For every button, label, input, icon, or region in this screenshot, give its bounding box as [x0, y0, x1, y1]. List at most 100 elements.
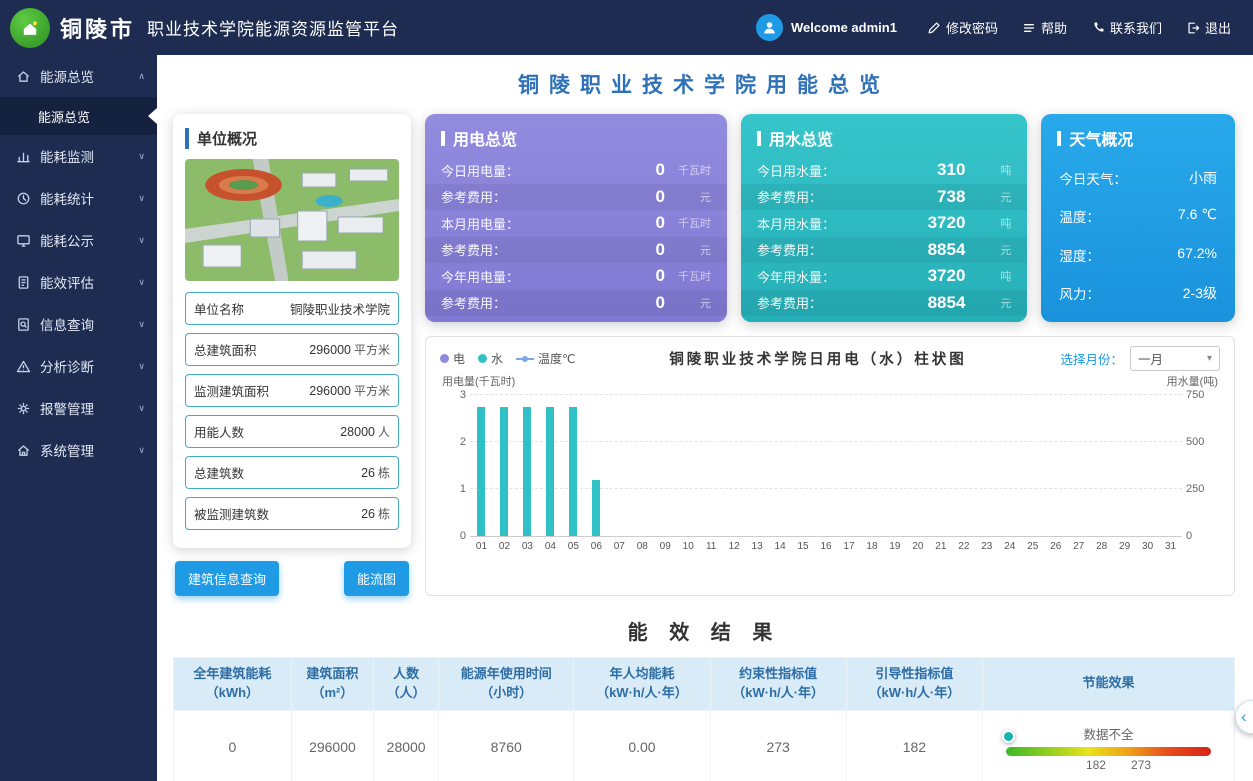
- cell-guidance-index: 182: [846, 710, 982, 781]
- sidebar-item-energy-overview[interactable]: 能源总览 ∧: [0, 55, 157, 97]
- weather-overview-panel: 天气概况 今日天气：小雨 温度：7.6 ℃ 湿度：67.2% 风力：2-3级: [1041, 114, 1235, 322]
- chevron-down-icon: ∨: [138, 445, 145, 456]
- logout-icon: [1186, 21, 1200, 35]
- chart-bars: [470, 395, 1182, 536]
- change-password-button[interactable]: 修改密码: [927, 18, 998, 37]
- chevron-down-icon: ∨: [138, 235, 145, 246]
- metric-row: 本月用水量：3720吨: [741, 210, 1027, 237]
- page-title: 铜陵职业技术学院用能总览: [173, 69, 1235, 99]
- building-info-query-button[interactable]: 建筑信息查询: [175, 561, 279, 596]
- metric-row: 参考费用：0元: [425, 184, 727, 211]
- efficiency-table-data-row: 0 296000 28000 8760 0.00 273 182 数据不全 18…: [174, 710, 1235, 781]
- right-axis-ticks: 0250500750: [1186, 395, 1218, 536]
- campus-image: [185, 159, 399, 281]
- metric-row: 参考费用：8854元: [741, 237, 1027, 264]
- gauge-min-label: 182: [1086, 758, 1106, 772]
- metric-row: 本月用电量：0千瓦时: [425, 210, 727, 237]
- metric-row: 参考费用：8854元: [741, 290, 1027, 317]
- unit-field-total-area: 总建筑面积 296000平方米: [185, 333, 399, 366]
- phone-icon: [1091, 21, 1105, 35]
- right-axis-label: 用水量(吨): [1167, 373, 1218, 389]
- platform-logo-icon: [10, 8, 50, 48]
- metric-row: 今年用水量：3720吨: [741, 263, 1027, 290]
- x-axis-labels: 0102030405060708091011121314151617181920…: [470, 537, 1182, 552]
- sidebar-item-alarm-management[interactable]: 报警管理 ∨: [0, 387, 157, 429]
- metric-row: 参考费用：738元: [741, 184, 1027, 211]
- weather-row: 湿度：67.2%: [1041, 245, 1235, 265]
- cell-building-area: 296000: [291, 710, 374, 781]
- month-selector: 选择月份： 一月 ▾: [1060, 346, 1220, 371]
- left-axis-ticks: 0123: [442, 395, 466, 536]
- unit-overview-title: 单位概况: [185, 128, 399, 149]
- metric-row: 今日用电量：0千瓦时: [425, 157, 727, 184]
- warning-icon: [15, 359, 31, 374]
- search-doc-icon: [15, 317, 31, 332]
- month-selector-label: 选择月份：: [1060, 349, 1123, 368]
- top-bar: 铜陵市 职业技术学院能源资源监管平台 Welcome admin1 修改密码 帮…: [0, 0, 1253, 55]
- efficiency-table-header-row: 全年建筑能耗（kWh） 建筑面积（m²） 人数（人） 能源年使用时间（小时） 年…: [174, 658, 1235, 711]
- chart-title: 铜陵职业技术学院日用电（水）柱状图: [576, 348, 1061, 369]
- col-building-area: 建筑面积（m²）: [291, 658, 374, 711]
- chevron-down-icon: ∨: [138, 319, 145, 330]
- temperature-line-icon: [516, 358, 534, 360]
- legend-electricity[interactable]: 电: [440, 350, 465, 367]
- metric-row: 参考费用：0元: [425, 237, 727, 264]
- sidebar-item-system-management[interactable]: 系统管理 ∨: [0, 429, 157, 471]
- sidebar-item-info-query[interactable]: 信息查询 ∨: [0, 303, 157, 345]
- sidebar-item-energy-monitoring[interactable]: 能耗监测 ∨: [0, 135, 157, 177]
- chevron-down-icon: ∨: [138, 277, 145, 288]
- weather-row: 温度：7.6 ℃: [1041, 206, 1235, 226]
- cell-saving-effect: 数据不全 182 273: [983, 710, 1235, 781]
- weather-row: 今日天气：小雨: [1041, 168, 1235, 188]
- water-overview-panel: 用水总览 今日用水量：310吨 参考费用：738元 本月用水量：3720吨 参考…: [741, 114, 1027, 322]
- gauge-marker-icon: [1002, 730, 1015, 743]
- weather-row: 风力：2-3级: [1041, 283, 1235, 303]
- welcome-text: Welcome admin1: [791, 20, 897, 35]
- cell-per-capita: 0.00: [574, 710, 710, 781]
- brand-title: 职业技术学院能源资源监管平台: [147, 15, 399, 40]
- system-home-icon: [15, 443, 31, 458]
- sidebar-item-energy-publicity[interactable]: 能耗公示 ∨: [0, 219, 157, 261]
- clock-icon: [15, 191, 31, 206]
- gauge-status: 数据不全: [1006, 724, 1211, 743]
- sidebar-subitem-energy-overview[interactable]: 能源总览: [0, 97, 157, 135]
- water-dot-icon: [478, 354, 487, 363]
- top-menu: 修改密码 帮助 联系我们 退出: [927, 18, 1231, 37]
- welcome-user: Welcome admin1: [756, 14, 897, 41]
- energy-flow-button[interactable]: 能流图: [344, 561, 409, 596]
- month-dropdown[interactable]: 一月 ▾: [1130, 346, 1220, 371]
- chevron-down-icon: ▾: [1207, 353, 1212, 364]
- cell-constraint-index: 273: [710, 710, 846, 781]
- cell-people: 28000: [374, 710, 439, 781]
- efficiency-table: 全年建筑能耗（kWh） 建筑面积（m²） 人数（人） 能源年使用时间（小时） 年…: [173, 657, 1235, 781]
- sidebar-item-analysis-diagnosis[interactable]: 分析诊断 ∨: [0, 345, 157, 387]
- logout-button[interactable]: 退出: [1186, 18, 1231, 37]
- chevron-down-icon: ∨: [138, 193, 145, 204]
- sidebar-item-efficiency-evaluation[interactable]: 能效评估 ∨: [0, 261, 157, 303]
- water-metrics: 今日用水量：310吨 参考费用：738元 本月用水量：3720吨 参考费用：88…: [741, 157, 1027, 322]
- sidebar-item-energy-statistics[interactable]: 能耗统计 ∨: [0, 177, 157, 219]
- daily-usage-chart-card: 电 水 温度℃ 铜陵职业技术学院日用电（水）柱状图 选择月份： 一月 ▾ 用电: [425, 336, 1235, 596]
- monitor-icon: [15, 233, 31, 248]
- contact-us-button[interactable]: 联系我们: [1091, 18, 1162, 37]
- user-avatar: [756, 14, 783, 41]
- col-guidance-index: 引导性指标值（kW·h/人·年）: [846, 658, 982, 711]
- weather-panel-title: 天气概况: [1041, 114, 1235, 157]
- col-annual-hours: 能源年使用时间（小时）: [439, 658, 574, 711]
- chart-plot: 0123 0250500750: [470, 395, 1182, 537]
- help-button[interactable]: 帮助: [1022, 18, 1067, 37]
- legend-water[interactable]: 水: [478, 350, 503, 367]
- home-icon: [15, 69, 31, 84]
- unit-field-name: 单位名称 铜陵职业技术学院: [185, 292, 399, 325]
- unit-field-building-count: 总建筑数 26栋: [185, 456, 399, 489]
- chevron-down-icon: ∨: [138, 403, 145, 414]
- brand-city: 铜陵市: [60, 12, 135, 44]
- col-saving-effect: 节能效果: [983, 658, 1235, 711]
- legend-temperature[interactable]: 温度℃: [516, 350, 575, 367]
- water-panel-title: 用水总览: [741, 114, 1027, 157]
- help-list-icon: [1022, 21, 1036, 35]
- unit-overview-card: 单位概况: [173, 114, 411, 548]
- report-icon: [15, 275, 31, 290]
- unit-field-monitored-area: 监测建筑面积 296000平方米: [185, 374, 399, 407]
- chart-legend: 电 水 温度℃: [440, 350, 576, 367]
